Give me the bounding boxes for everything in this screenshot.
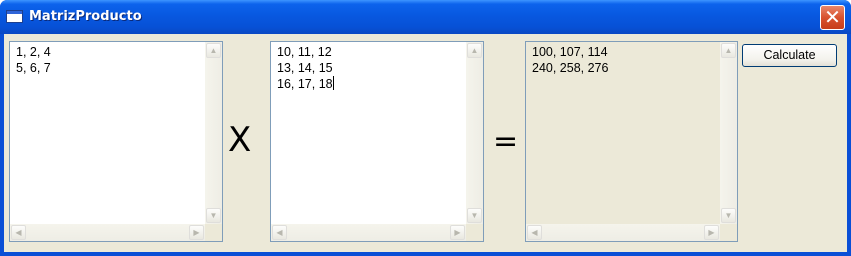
scroll-left-icon[interactable]: ◀ — [272, 225, 287, 240]
window-title: MatrizProducto — [29, 9, 142, 24]
close-button[interactable]: ✕ — [820, 5, 845, 30]
scroll-right-icon[interactable]: ▶ — [189, 225, 204, 240]
matrix-b-text: 10, 11, 12 13, 14, 15 16, 17, 18 — [277, 45, 334, 93]
scrollbar-corner — [720, 224, 737, 241]
scrollbar-corner — [205, 224, 222, 241]
result-horizontal-scrollbar[interactable]: ◀ ▶ — [526, 224, 720, 241]
equals-operator: = — [493, 124, 519, 159]
multiply-operator: X — [228, 120, 252, 160]
app-window: MatrizProducto ✕ 1, 2, 4 5, 6, 7 ▲ ▼ ◀ ▶… — [0, 0, 851, 256]
matrix-a-vertical-scrollbar[interactable]: ▲ ▼ — [205, 42, 222, 224]
scroll-right-icon[interactable]: ▶ — [450, 225, 465, 240]
matrix-a-horizontal-scrollbar[interactable]: ◀ ▶ — [10, 224, 205, 241]
result-output[interactable]: 100, 107, 114 240, 258, 276 ▲ ▼ ◀ ▶ — [525, 41, 738, 242]
result-vertical-scrollbar[interactable]: ▲ ▼ — [720, 42, 737, 224]
matrix-a-text: 1, 2, 4 5, 6, 7 — [16, 45, 51, 75]
matrix-b-input[interactable]: 10, 11, 12 13, 14, 15 16, 17, 18 ▲ ▼ ◀ ▶ — [270, 41, 484, 242]
scroll-up-icon[interactable]: ▲ — [721, 43, 736, 58]
result-text: 100, 107, 114 240, 258, 276 — [532, 45, 609, 75]
text-caret — [332, 76, 334, 90]
scroll-down-icon[interactable]: ▼ — [206, 208, 221, 223]
matrix-a-input[interactable]: 1, 2, 4 5, 6, 7 ▲ ▼ ◀ ▶ — [9, 41, 223, 242]
scroll-right-icon[interactable]: ▶ — [704, 225, 719, 240]
window-icon — [6, 10, 23, 23]
scroll-up-icon[interactable]: ▲ — [467, 43, 482, 58]
scrollbar-corner — [466, 224, 483, 241]
matrix-b-value: 10, 11, 12 13, 14, 15 16, 17, 18 — [277, 45, 333, 91]
matrix-b-vertical-scrollbar[interactable]: ▲ ▼ — [466, 42, 483, 224]
title-bar[interactable]: MatrizProducto ✕ — [0, 0, 851, 34]
scroll-up-icon[interactable]: ▲ — [206, 43, 221, 58]
calculate-button[interactable]: Calculate — [742, 44, 837, 67]
scroll-down-icon[interactable]: ▼ — [721, 208, 736, 223]
client-area: 1, 2, 4 5, 6, 7 ▲ ▼ ◀ ▶ X 10, 11, 12 13,… — [4, 34, 847, 252]
scroll-left-icon[interactable]: ◀ — [527, 225, 542, 240]
matrix-b-horizontal-scrollbar[interactable]: ◀ ▶ — [271, 224, 466, 241]
scroll-left-icon[interactable]: ◀ — [11, 225, 26, 240]
scroll-down-icon[interactable]: ▼ — [467, 208, 482, 223]
